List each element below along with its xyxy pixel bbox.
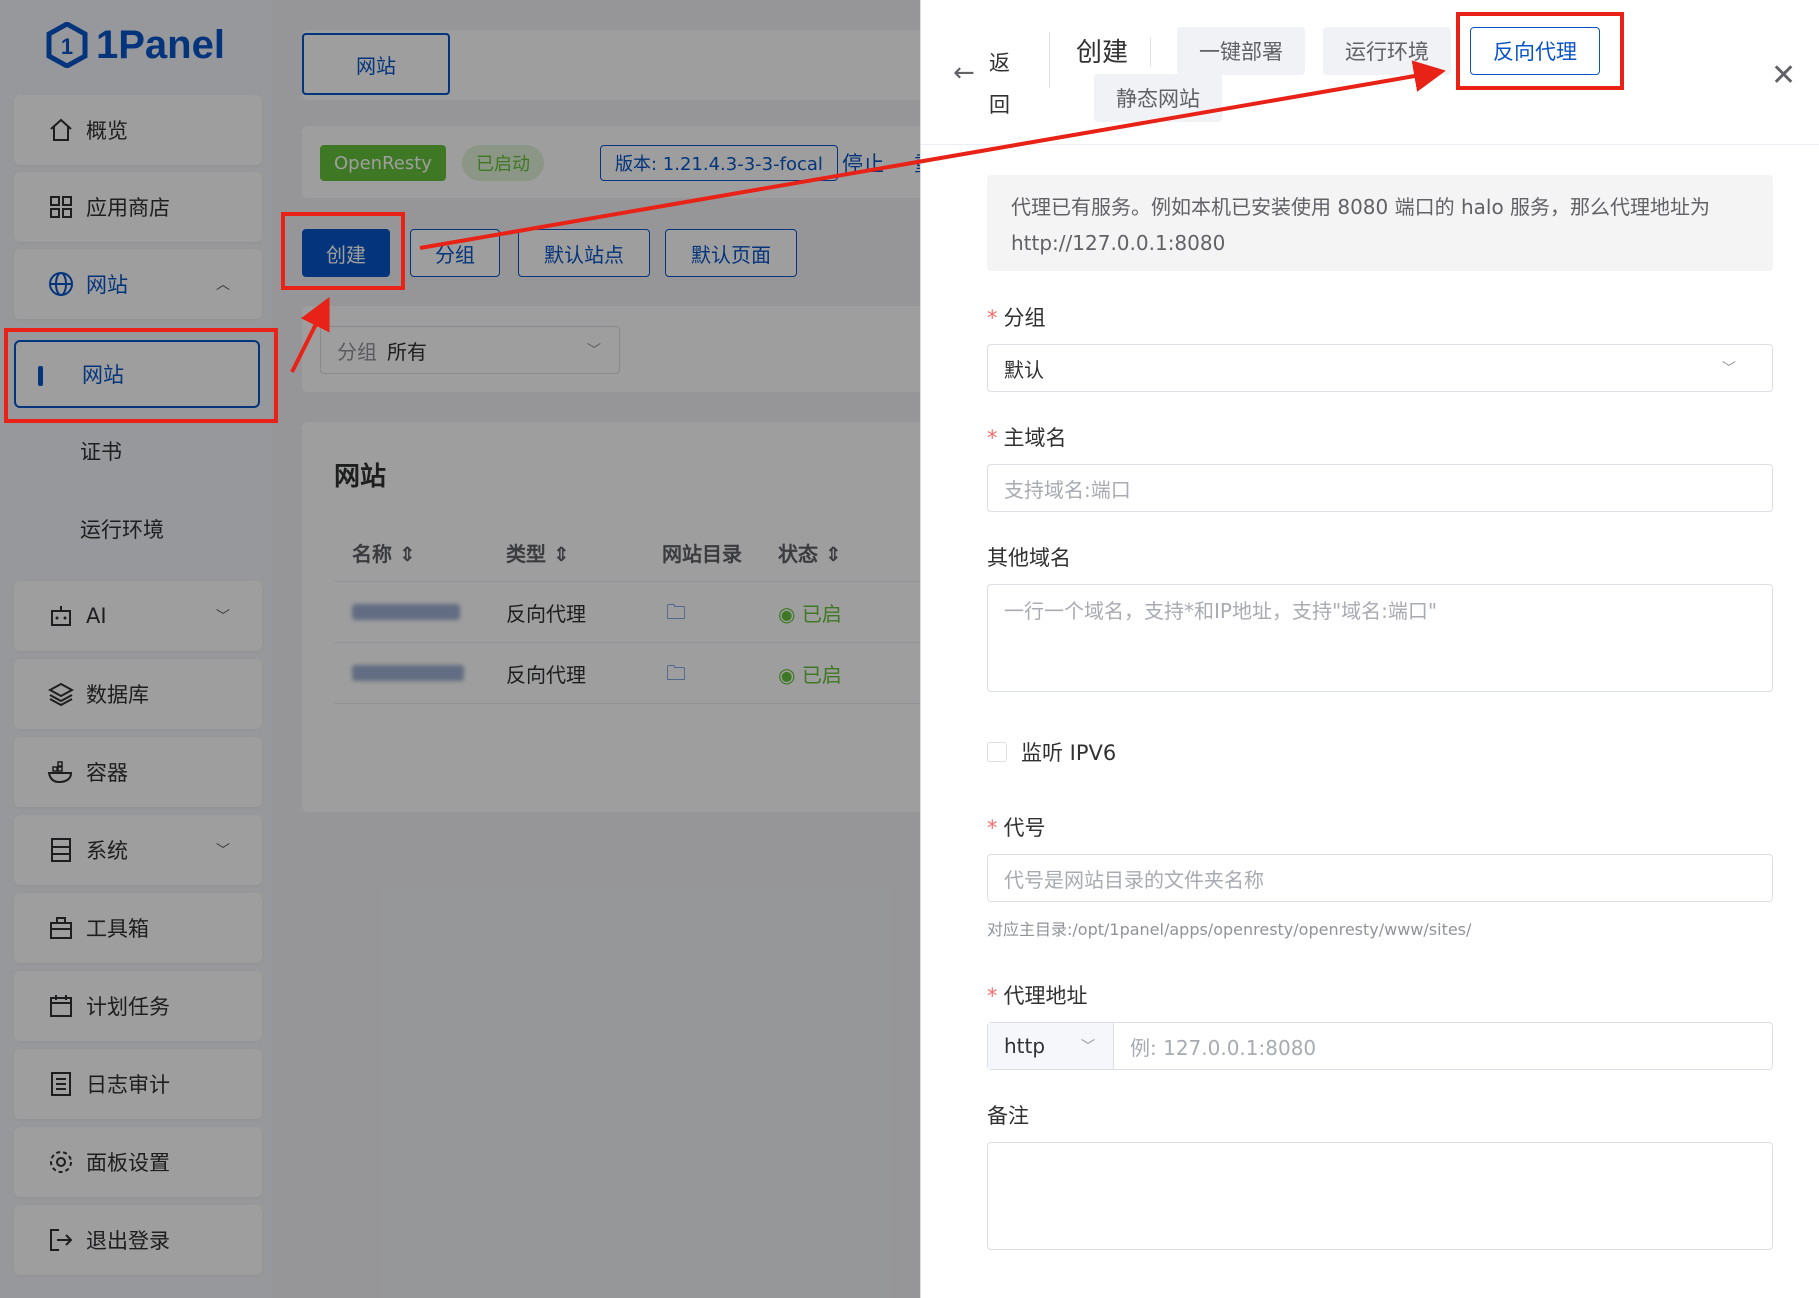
annotation-arrow-to-create bbox=[290, 296, 330, 373]
annotation-arrows bbox=[290, 60, 1446, 373]
screen: 1 1Panel 概览 应用商店 网站 ︿ 网站 证书 运行环境 AI ﹀ 数据… bbox=[0, 0, 1819, 1298]
annotation-arrow-to-reverse-proxy bbox=[419, 60, 1446, 250]
